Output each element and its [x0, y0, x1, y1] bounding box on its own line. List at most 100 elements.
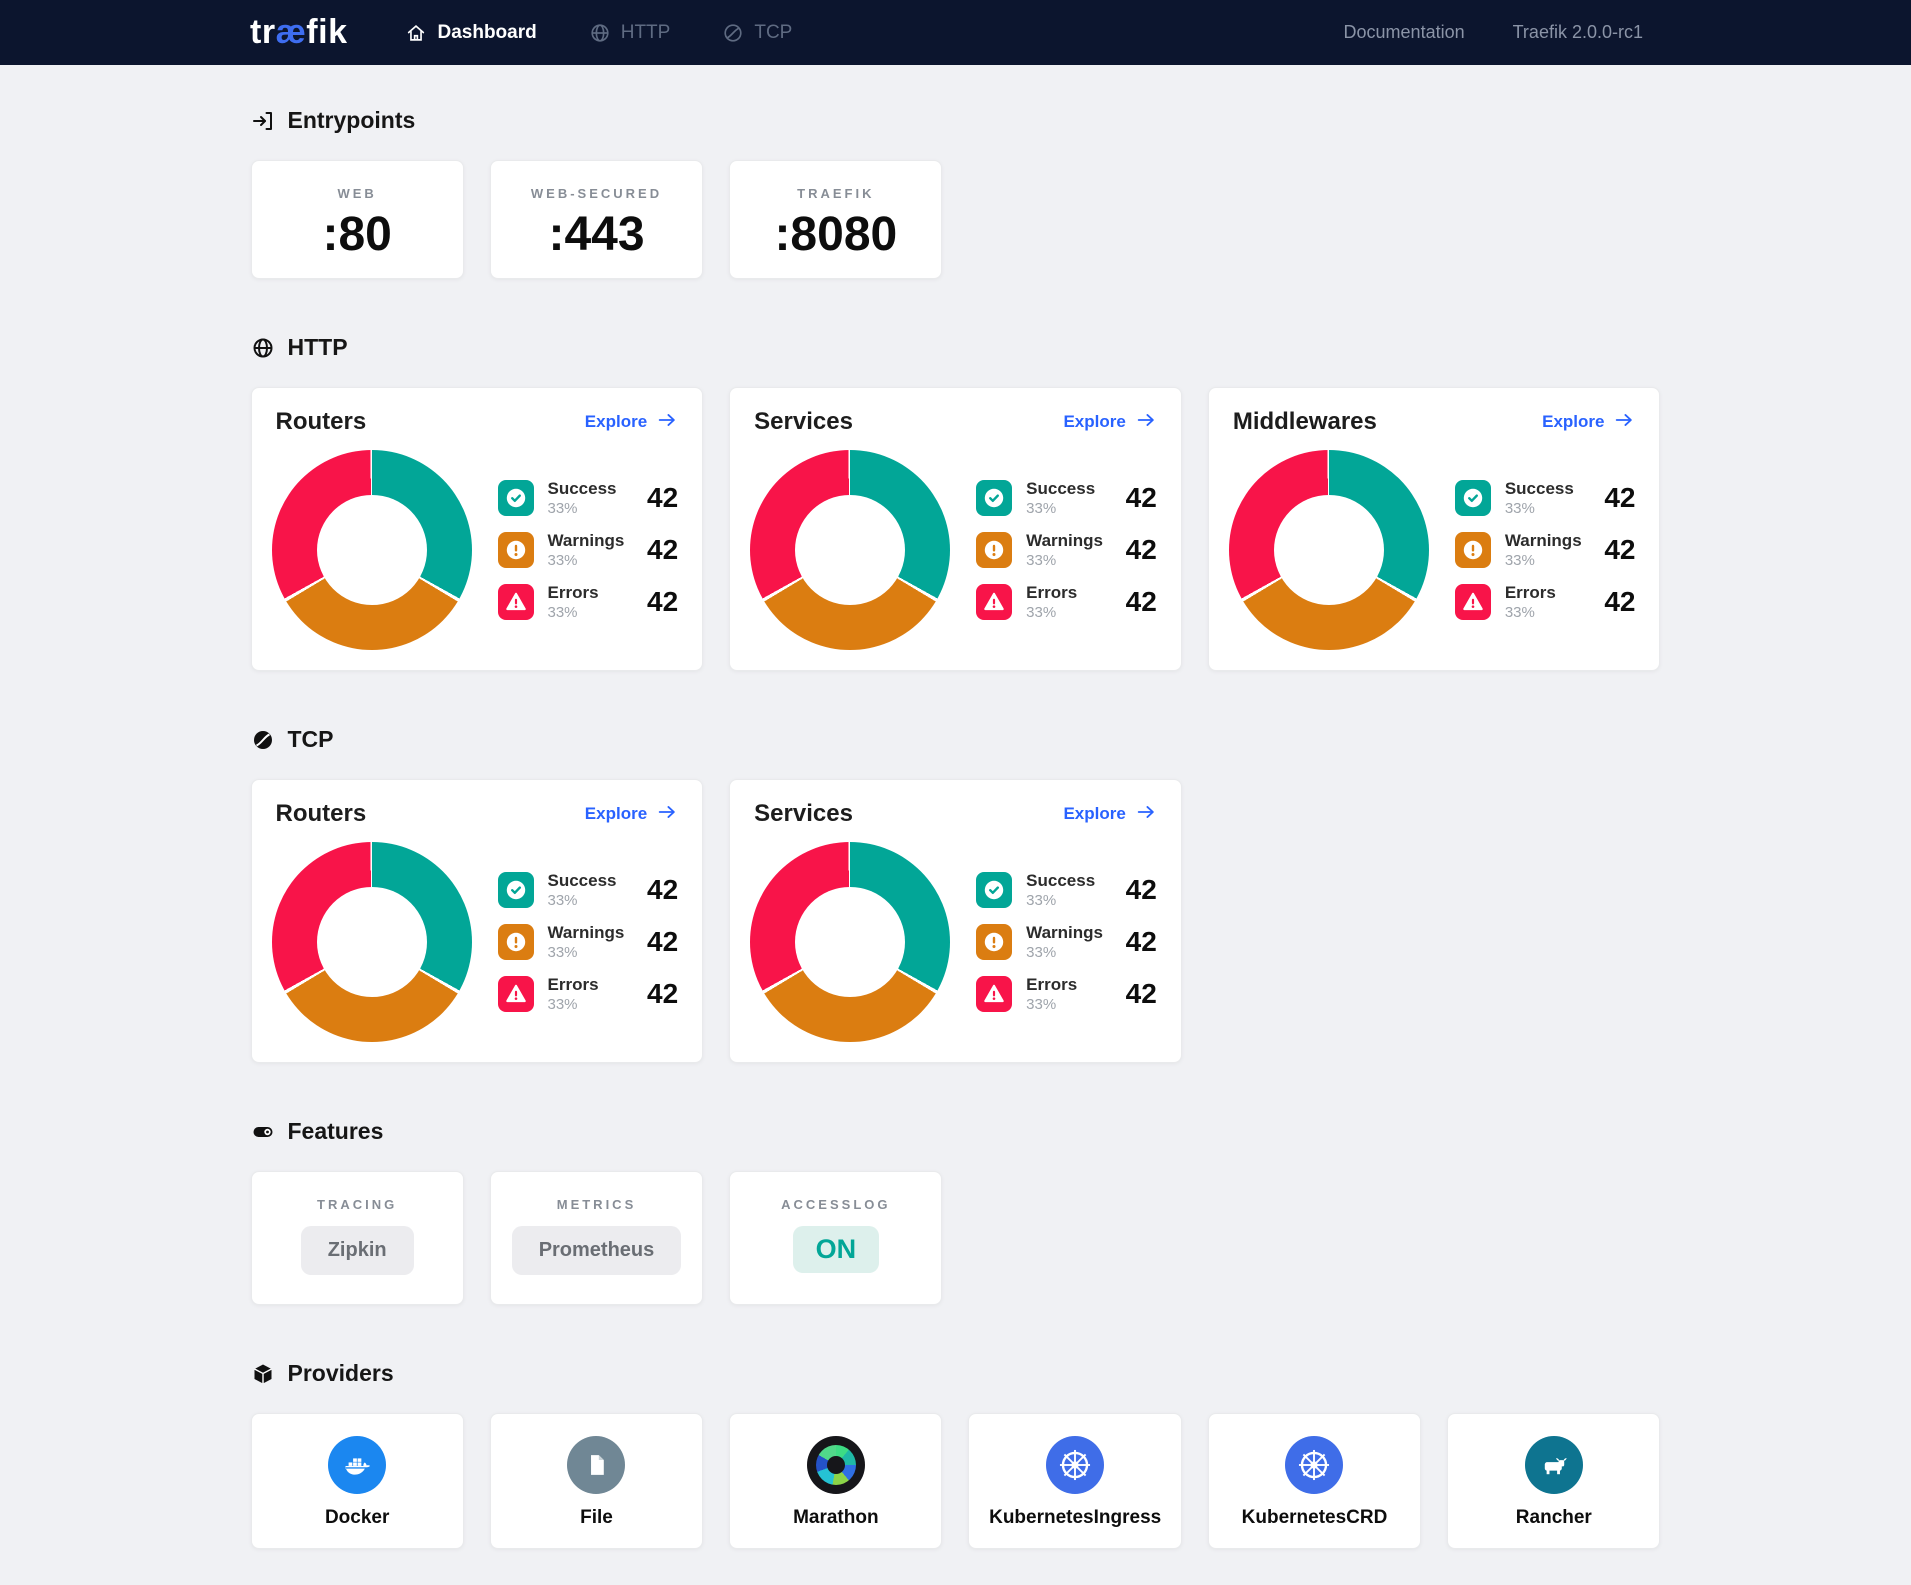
provider-card-kubernetesingress: KubernetesIngress	[968, 1413, 1181, 1549]
legend-value: 42	[647, 926, 678, 958]
http-cards-row: Routers Explore Success33% 42 Warnings33…	[251, 387, 1661, 671]
arrow-right-icon	[656, 801, 678, 828]
warning-icon	[976, 924, 1012, 960]
legend-value: 42	[1126, 926, 1157, 958]
providers-section-header: Providers	[251, 1360, 1661, 1387]
legend-value: 42	[1126, 874, 1157, 906]
providers-row: Docker File Marathon KubernetesIngress K…	[251, 1413, 1661, 1549]
documentation-link[interactable]: Documentation	[1344, 22, 1465, 43]
legend-value: 42	[647, 586, 678, 618]
file-icon	[567, 1436, 625, 1494]
feature-value-pill: Zipkin	[301, 1226, 414, 1275]
legend-value: 42	[1126, 534, 1157, 566]
legend-row-success: Success33% 42	[498, 871, 679, 909]
chart-legend: Success33% 42 Warnings33% 42 Errors33% 4…	[976, 479, 1157, 621]
nav-item-http[interactable]: HTTP	[589, 22, 671, 44]
legend-value: 42	[1126, 978, 1157, 1010]
logo-text: tr	[250, 13, 276, 51]
legend-label: Errors	[1026, 583, 1077, 603]
explore-link[interactable]: Explore	[1063, 801, 1156, 828]
logo-ae-text: æ	[276, 13, 307, 51]
tcp-services-card: Services Explore Success33% 42 Warnings3…	[729, 779, 1182, 1063]
entrypoints-row: WEB :80 WEB-SECURED :443 TRAEFIK :8080	[251, 160, 1661, 279]
traefik-logo[interactable]: træfik	[250, 13, 347, 52]
error-icon	[976, 584, 1012, 620]
explore-link[interactable]: Explore	[585, 409, 678, 436]
provider-card-file: File	[490, 1413, 703, 1549]
legend-value: 42	[1604, 586, 1635, 618]
logo-text-2: fik	[306, 13, 347, 51]
explore-label: Explore	[1063, 412, 1125, 432]
card-title: Routers	[276, 800, 367, 828]
legend-percent: 33%	[1505, 500, 1574, 517]
legend-row-errors: Errors33% 42	[1455, 583, 1636, 621]
warning-icon	[498, 532, 534, 568]
chart-legend: Success33% 42 Warnings33% 42 Errors33% 4…	[498, 871, 679, 1013]
legend-percent: 33%	[1026, 604, 1077, 621]
explore-link[interactable]: Explore	[585, 801, 678, 828]
legend-label: Errors	[1026, 975, 1077, 995]
legend-label: Success	[548, 871, 617, 891]
feature-card-tracing: TRACING Zipkin	[251, 1171, 464, 1305]
nav-item-dashboard[interactable]: Dashboard	[405, 22, 536, 44]
entrypoints-icon	[251, 109, 275, 133]
legend-value: 42	[1604, 482, 1635, 514]
provider-label: Docker	[252, 1507, 463, 1529]
http-section-header: HTTP	[251, 334, 1661, 361]
arrow-right-icon	[1135, 801, 1157, 828]
http-routers-card: Routers Explore Success33% 42 Warnings33…	[251, 387, 704, 671]
tcp-cards-row: Routers Explore Success33% 42 Warnings33…	[251, 779, 1661, 1063]
feature-label: ACCESSLOG	[730, 1197, 941, 1212]
globe-icon	[251, 336, 275, 360]
provider-label: Rancher	[1448, 1507, 1659, 1529]
provider-card-kubernetescrd: KubernetesCRD	[1208, 1413, 1421, 1549]
provider-card-docker: Docker	[251, 1413, 464, 1549]
warning-icon	[976, 532, 1012, 568]
legend-label: Success	[548, 479, 617, 499]
kubernetes-icon	[1046, 1436, 1104, 1494]
provider-card-rancher: Rancher	[1447, 1413, 1660, 1549]
card-title: Services	[754, 408, 853, 436]
legend-label: Warnings	[1505, 531, 1582, 551]
legend-percent: 33%	[1026, 500, 1095, 517]
legend-value: 42	[647, 534, 678, 566]
tcp-section-header: TCP	[251, 726, 1661, 753]
legend-value: 42	[1604, 534, 1635, 566]
provider-label: File	[491, 1507, 702, 1529]
legend-label: Success	[1026, 871, 1095, 891]
card-title: Services	[754, 800, 853, 828]
entrypoint-label: WEB	[252, 186, 463, 201]
entrypoint-card-web-secured: WEB-SECURED :443	[490, 160, 703, 279]
legend-value: 42	[1126, 586, 1157, 618]
legend-row-warnings: Warnings33% 42	[498, 531, 679, 569]
legend-row-errors: Errors33% 42	[498, 975, 679, 1013]
legend-value: 42	[647, 874, 678, 906]
error-icon	[498, 976, 534, 1012]
nav-item-tcp[interactable]: TCP	[722, 22, 792, 44]
legend-percent: 33%	[548, 892, 617, 909]
entrypoints-section-header: Entrypoints	[251, 65, 1661, 134]
error-icon	[976, 976, 1012, 1012]
features-title: Features	[288, 1118, 384, 1145]
explore-link[interactable]: Explore	[1542, 409, 1635, 436]
error-icon	[1455, 584, 1491, 620]
marathon-icon	[807, 1436, 865, 1494]
entrypoint-label: WEB-SECURED	[491, 186, 702, 201]
providers-title: Providers	[288, 1360, 394, 1387]
arrow-right-icon	[1135, 409, 1157, 436]
chart-legend: Success33% 42 Warnings33% 42 Errors33% 4…	[498, 479, 679, 621]
legend-percent: 33%	[1505, 604, 1556, 621]
legend-row-errors: Errors33% 42	[976, 975, 1157, 1013]
success-icon	[1455, 480, 1491, 516]
entrypoint-card-traefik: TRAEFIK :8080	[729, 160, 942, 279]
entrypoint-label: TRAEFIK	[730, 186, 941, 201]
provider-label: Marathon	[730, 1507, 941, 1529]
feature-card-metrics: METRICS Prometheus	[490, 1171, 703, 1305]
legend-value: 42	[647, 482, 678, 514]
kubernetes-icon	[1285, 1436, 1343, 1494]
donut-chart	[272, 450, 472, 650]
provider-card-marathon: Marathon	[729, 1413, 942, 1549]
tcp-routers-card: Routers Explore Success33% 42 Warnings33…	[251, 779, 704, 1063]
explore-link[interactable]: Explore	[1063, 409, 1156, 436]
explore-label: Explore	[585, 804, 647, 824]
